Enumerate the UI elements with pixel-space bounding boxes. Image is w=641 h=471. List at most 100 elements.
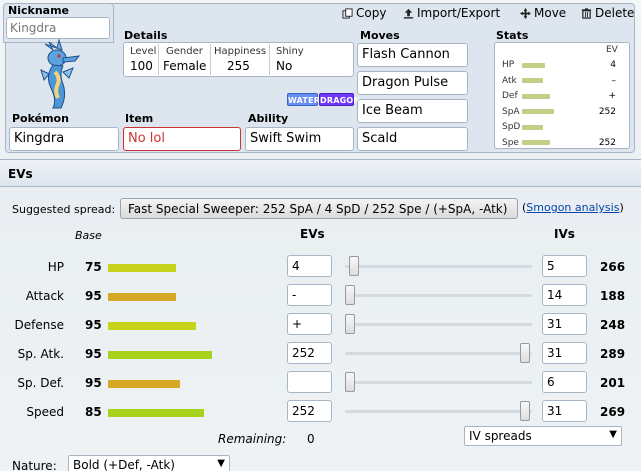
stat-summary-row: Def +	[502, 90, 622, 102]
suggested-spread-label: Suggested spread:	[12, 203, 116, 216]
ev-input[interactable]: 252	[287, 342, 332, 364]
ev-input[interactable]: +	[287, 313, 332, 335]
iv-input[interactable]: 31	[542, 342, 587, 364]
ev-slider[interactable]	[345, 285, 532, 305]
stat-summary-bar	[522, 93, 550, 99]
stat-summary-bar	[522, 109, 554, 114]
stat-summary-ev: +	[608, 91, 616, 101]
iv-input[interactable]: 6	[542, 371, 587, 393]
ev-input[interactable]: 4	[287, 255, 332, 277]
smogon-analysis-link[interactable]: Smogon analysis	[526, 201, 619, 214]
move-input-4[interactable]: Scald	[357, 127, 468, 151]
iv-input[interactable]: 5	[542, 255, 587, 277]
chevron-down-icon: ▼	[609, 429, 617, 440]
base-stat-bar	[108, 380, 180, 388]
copy-icon	[342, 7, 353, 19]
details-label: Details	[124, 29, 168, 42]
move-button[interactable]: Move	[520, 6, 566, 20]
iv-input[interactable]: 31	[542, 313, 587, 335]
base-stat: 75	[85, 260, 102, 274]
item-input[interactable]: No lol	[123, 127, 241, 151]
base-stat-bar	[108, 322, 196, 330]
move-input-1[interactable]: Flash Cannon	[357, 43, 468, 67]
ev-slider-handle[interactable]	[520, 401, 531, 421]
delete-button[interactable]: Delete	[581, 6, 634, 20]
nature-value: Bold (+Def, -Atk)	[73, 458, 175, 471]
move-icon	[520, 7, 531, 19]
pokemon-sprite	[35, 38, 85, 110]
stat-row: Sp. Atk. 95 252 31 289	[0, 342, 641, 368]
iv-input[interactable]: 14	[542, 284, 587, 306]
remaining-label: Remaining:	[218, 432, 287, 446]
smogon-analysis: (Smogon analysis)	[522, 201, 624, 214]
base-stat: 85	[85, 405, 102, 419]
stat-summary-name: Atk	[502, 75, 517, 86]
level-label: Level	[130, 46, 157, 57]
stat-total: 201	[600, 376, 626, 390]
type-badge-dragon: DRAGON	[319, 93, 360, 106]
ev-slider[interactable]	[345, 343, 532, 363]
stats-label: Stats	[496, 29, 529, 42]
move-label: Move	[534, 6, 567, 20]
evs-title: EVs	[8, 167, 33, 181]
stat-row: Sp. Def. 95 6 201	[0, 371, 641, 397]
stat-summary-ev: 252	[598, 106, 616, 117]
ev-input[interactable]: -	[287, 284, 332, 306]
stat-summary-row: Spe 252	[502, 137, 622, 149]
ev-input[interactable]: 252	[287, 400, 332, 422]
chevron-down-icon: ▼	[217, 458, 225, 469]
shiny-value: No	[276, 59, 293, 73]
evs-section-header: EVs	[0, 159, 641, 187]
stats-ev-header: EV	[606, 45, 618, 55]
ev-slider-handle[interactable]	[348, 256, 359, 276]
base-stat: 95	[85, 376, 102, 390]
base-stat-bar	[108, 293, 176, 301]
ev-slider[interactable]	[345, 314, 532, 334]
ev-slider[interactable]	[345, 256, 532, 276]
copy-button[interactable]: Copy	[342, 6, 386, 20]
ev-slider[interactable]	[345, 372, 532, 392]
stat-summary-bar	[522, 140, 550, 145]
iv-spreads-value: IV spreads	[469, 429, 532, 443]
stat-summary-row: Atk –	[502, 75, 622, 87]
stat-summary-name: SpD	[502, 122, 521, 132]
ev-slider-handle[interactable]	[345, 314, 355, 334]
iv-spreads-select[interactable]: IV spreads ▼	[464, 426, 622, 446]
ev-input[interactable]	[287, 371, 332, 393]
nature-select[interactable]: Bold (+Def, -Atk) ▼	[68, 455, 230, 471]
nickname-label: Nickname	[8, 4, 69, 17]
shiny-label: Shiny	[276, 46, 304, 57]
level-value: 100	[130, 59, 153, 73]
happiness-label: Happiness	[214, 46, 267, 57]
import-export-button[interactable]: Import/Export	[403, 6, 500, 20]
stat-summary-name: Def	[502, 91, 518, 101]
ev-slider[interactable]	[345, 401, 532, 421]
base-stat-bar	[108, 264, 176, 272]
stat-name: Defense	[14, 318, 64, 332]
nickname-input[interactable]: Kingdra	[6, 17, 110, 39]
delete-label: Delete	[595, 6, 635, 20]
suggested-spread-button[interactable]: Fast Special Sweeper: 252 SpA / 4 SpD / …	[120, 198, 518, 219]
iv-input[interactable]: 31	[542, 400, 587, 422]
base-stat: 95	[85, 318, 102, 332]
stat-summary-bar	[522, 124, 543, 130]
ev-slider-handle[interactable]	[520, 343, 531, 363]
happiness-value: 255	[227, 59, 250, 73]
ev-slider-handle[interactable]	[345, 372, 355, 392]
stat-name: Sp. Def.	[17, 376, 64, 390]
trash-icon	[581, 7, 592, 19]
pokemon-input[interactable]: Kingdra	[9, 127, 119, 151]
stat-total: 289	[600, 347, 626, 361]
stat-row: Defense 95 +31 248	[0, 313, 641, 339]
stat-summary-ev: 252	[598, 137, 616, 148]
stat-row: HP 75 4 5 266	[0, 255, 641, 281]
base-stat-bar	[108, 409, 204, 417]
gender-label: Gender	[166, 46, 203, 57]
ability-input[interactable]: Swift Swim	[245, 127, 354, 151]
move-input-2[interactable]: Dragon Pulse	[357, 71, 468, 95]
ev-slider-handle[interactable]	[345, 285, 355, 305]
stat-summary-bar	[522, 62, 545, 68]
evs-header: EVs	[300, 227, 325, 241]
move-input-3[interactable]: Ice Beam	[357, 99, 468, 123]
stat-total: 266	[600, 260, 626, 274]
